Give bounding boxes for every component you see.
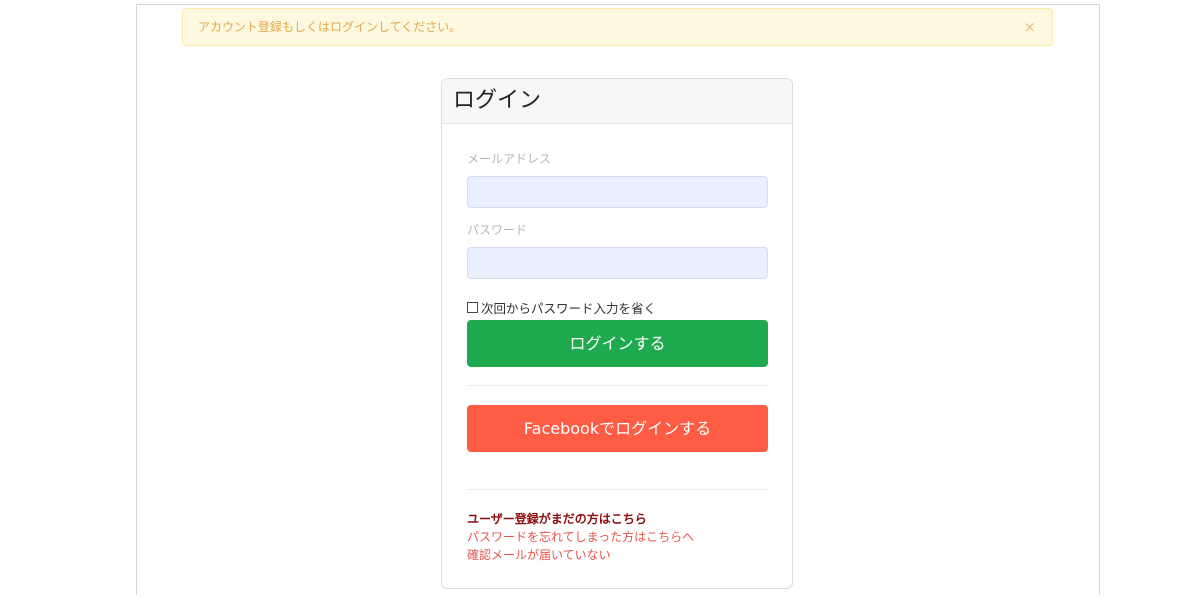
email-field[interactable] (467, 176, 768, 208)
divider (467, 385, 768, 386)
notice-alert: アカウント登録もしくはログインしてください。 × (182, 8, 1053, 46)
account-links: ユーザー登録がまだの方はこちら パスワードを忘れてしまった方はこちらへ 確認メー… (467, 510, 694, 564)
close-icon[interactable]: × (1023, 9, 1036, 45)
remember-checkbox[interactable]: 次回からパスワード入力を省く (467, 298, 656, 317)
forgot-password-link[interactable]: パスワードを忘れてしまった方はこちらへ (467, 528, 694, 546)
register-link[interactable]: ユーザー登録がまだの方はこちら (467, 510, 694, 528)
card-title: ログイン (442, 79, 792, 124)
login-card: ログイン メールアドレス パスワード 次回からパスワード入力を省く ログインする… (441, 78, 793, 589)
resend-confirmation-link[interactable]: 確認メールが届いていない (467, 546, 694, 564)
checkbox-icon[interactable] (467, 302, 478, 313)
password-label: パスワード (467, 223, 528, 237)
email-label: メールアドレス (467, 152, 552, 166)
facebook-login-button[interactable]: Facebookでログインする (467, 405, 768, 452)
alert-message: アカウント登録もしくはログインしてください。 (198, 20, 462, 34)
password-field[interactable] (467, 247, 768, 279)
login-button[interactable]: ログインする (467, 320, 768, 367)
divider (467, 489, 768, 490)
remember-label: 次回からパスワード入力を省く (481, 301, 657, 316)
